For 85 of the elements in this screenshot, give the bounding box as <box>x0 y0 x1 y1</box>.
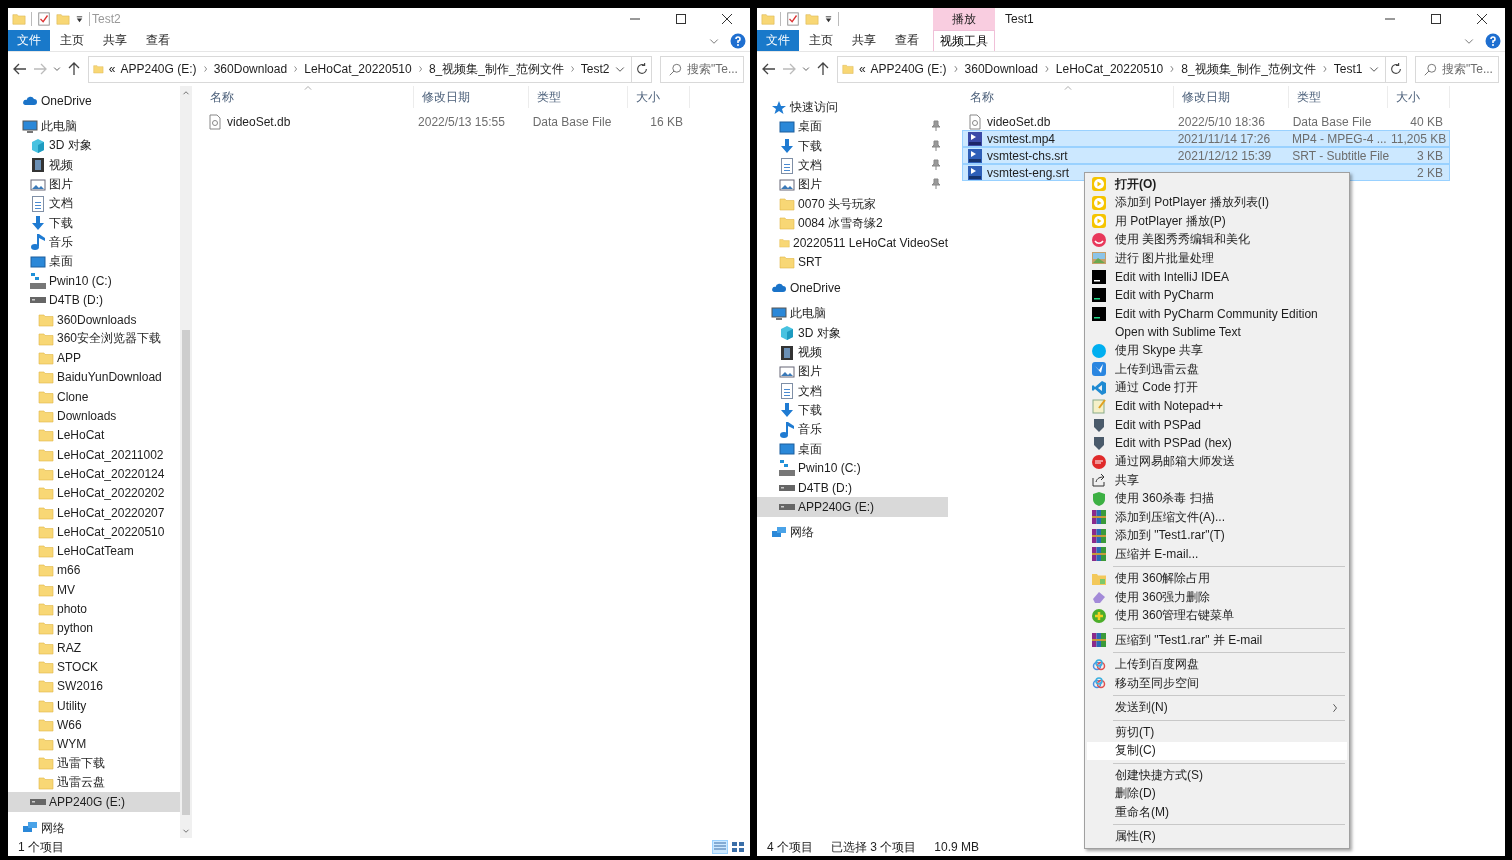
nav-label: 迅雷下载 <box>57 754 105 772</box>
file-name: videoSet.db <box>987 114 1051 129</box>
file-type: Data Base File <box>532 114 612 129</box>
nav-label: APP <box>57 351 81 366</box>
nav-label: 音乐 <box>49 233 73 251</box>
contextual-tab-group: 播放 <box>933 8 995 30</box>
nav-label: RAZ <box>57 640 81 655</box>
nav-label: SRT <box>798 255 822 269</box>
file-type: SRT - Subtitle File <box>1292 148 1390 163</box>
nav-label: Pwin10 (C:) <box>49 274 112 288</box>
file-size: 2 KB <box>1417 165 1443 180</box>
nav-label: W66 <box>57 717 82 732</box>
nav-label: Downloads <box>57 409 117 424</box>
file-type: Data Base File <box>1292 114 1372 129</box>
file-date: 2021/11/14 17:26 <box>1177 131 1271 146</box>
file-name: vsmtest.mp4 <box>987 131 1055 146</box>
nav-label: photo <box>57 602 88 617</box>
nav-label: 0070 头号玩家 <box>798 195 877 213</box>
file-date: 2022/5/13 15:55 <box>418 114 505 129</box>
nav-label: 网络 <box>41 819 65 837</box>
nav-label: 迅雷云盘 <box>57 774 105 792</box>
selection-count: 已选择 3 个项目 <box>831 838 917 856</box>
nav-label: OneDrive <box>41 93 92 108</box>
nav-label: 0084 冰雪奇缘2 <box>798 214 883 232</box>
nav-label: LeHoCat_20220207 <box>57 505 165 520</box>
nav-label: m66 <box>57 563 81 578</box>
nav-label: STOCK <box>57 659 99 674</box>
file-size: 11,205 KB <box>1391 131 1447 146</box>
nav-label: APP240G (E:) <box>49 795 126 809</box>
file-name: vsmtest-eng.srt <box>987 165 1070 180</box>
nav-label: BaiduYunDownload <box>57 370 162 385</box>
nav-label: 视频 <box>49 156 73 174</box>
nav-label: Clone <box>57 389 89 404</box>
nav-label: 桌面 <box>798 440 822 458</box>
file-name: vsmtest-chs.srt <box>987 148 1068 163</box>
nav-label: MV <box>57 582 75 597</box>
file-type: MP4 - MPEG-4 ... <box>1292 131 1387 146</box>
nav-label: 视频 <box>798 344 822 362</box>
nav-label: LeHoCat_20220510 <box>57 524 165 539</box>
file-size: 40 KB <box>1410 114 1443 129</box>
nav-label: SW2016 <box>57 679 104 694</box>
nav-label: Utility <box>57 698 87 713</box>
nav-label: 图片 <box>49 176 73 193</box>
nav-label: 文档 <box>49 195 73 213</box>
file-date: 2021/12/12 15:39 <box>1177 148 1272 163</box>
nav-label: 3D 对象 <box>49 137 92 155</box>
nav-label: 下载 <box>49 214 73 232</box>
nav-label: 音乐 <box>798 421 822 439</box>
item-count: 1 个项目 <box>18 838 64 856</box>
nav-label: LeHoCat_20211002 <box>57 447 164 462</box>
nav-label: 快速访问 <box>790 99 838 117</box>
file-size: 3 KB <box>1417 148 1443 163</box>
nav-label: 网络 <box>790 524 814 542</box>
nav-label: Pwin10 (C:) <box>798 461 861 476</box>
nav-label: 360Downloads <box>57 312 137 327</box>
nav-label: 此电脑 <box>41 118 77 136</box>
nav-label: LeHoCat <box>57 428 105 443</box>
nav-label: 文档 <box>798 382 822 400</box>
nav-label: 360安全浏览器下载 <box>57 330 162 348</box>
nav-label: 3D 对象 <box>798 324 841 342</box>
file-size: 16 KB <box>650 114 683 129</box>
nav-label: OneDrive <box>790 281 841 295</box>
nav-label: D4TB (D:) <box>49 293 103 308</box>
nav-label: LeHoCat_20220124 <box>57 466 165 481</box>
nav-label: python <box>57 621 94 636</box>
nav-label: LeHoCat_20220202 <box>57 486 165 501</box>
nav-label: 图片 <box>798 363 822 381</box>
nav-label: 文档 <box>798 157 822 175</box>
file-name: videoSet.db <box>227 114 291 129</box>
file-date: 2022/5/10 18:36 <box>1178 114 1265 129</box>
selection-size: 10.9 MB <box>934 840 980 854</box>
nav-label: WYM <box>57 737 87 752</box>
window-title: Test1 <box>1005 12 1034 26</box>
nav-label: 此电脑 <box>790 305 826 323</box>
item-count: 4 个项目 <box>767 838 813 856</box>
nav-label: 图片 <box>798 176 822 194</box>
window-title: Test2 <box>92 12 121 26</box>
nav-label: APP240G (E:) <box>798 499 875 514</box>
nav-label: LeHoCatTeam <box>57 544 134 559</box>
nav-label: 20220511 LeHoCat VideoSet <box>793 235 948 250</box>
nav-label: 桌面 <box>798 118 822 136</box>
nav-label: 下载 <box>798 137 822 155</box>
nav-label: D4TB (D:) <box>798 480 852 495</box>
nav-label: 下载 <box>798 401 822 419</box>
nav-label: 桌面 <box>49 253 73 271</box>
